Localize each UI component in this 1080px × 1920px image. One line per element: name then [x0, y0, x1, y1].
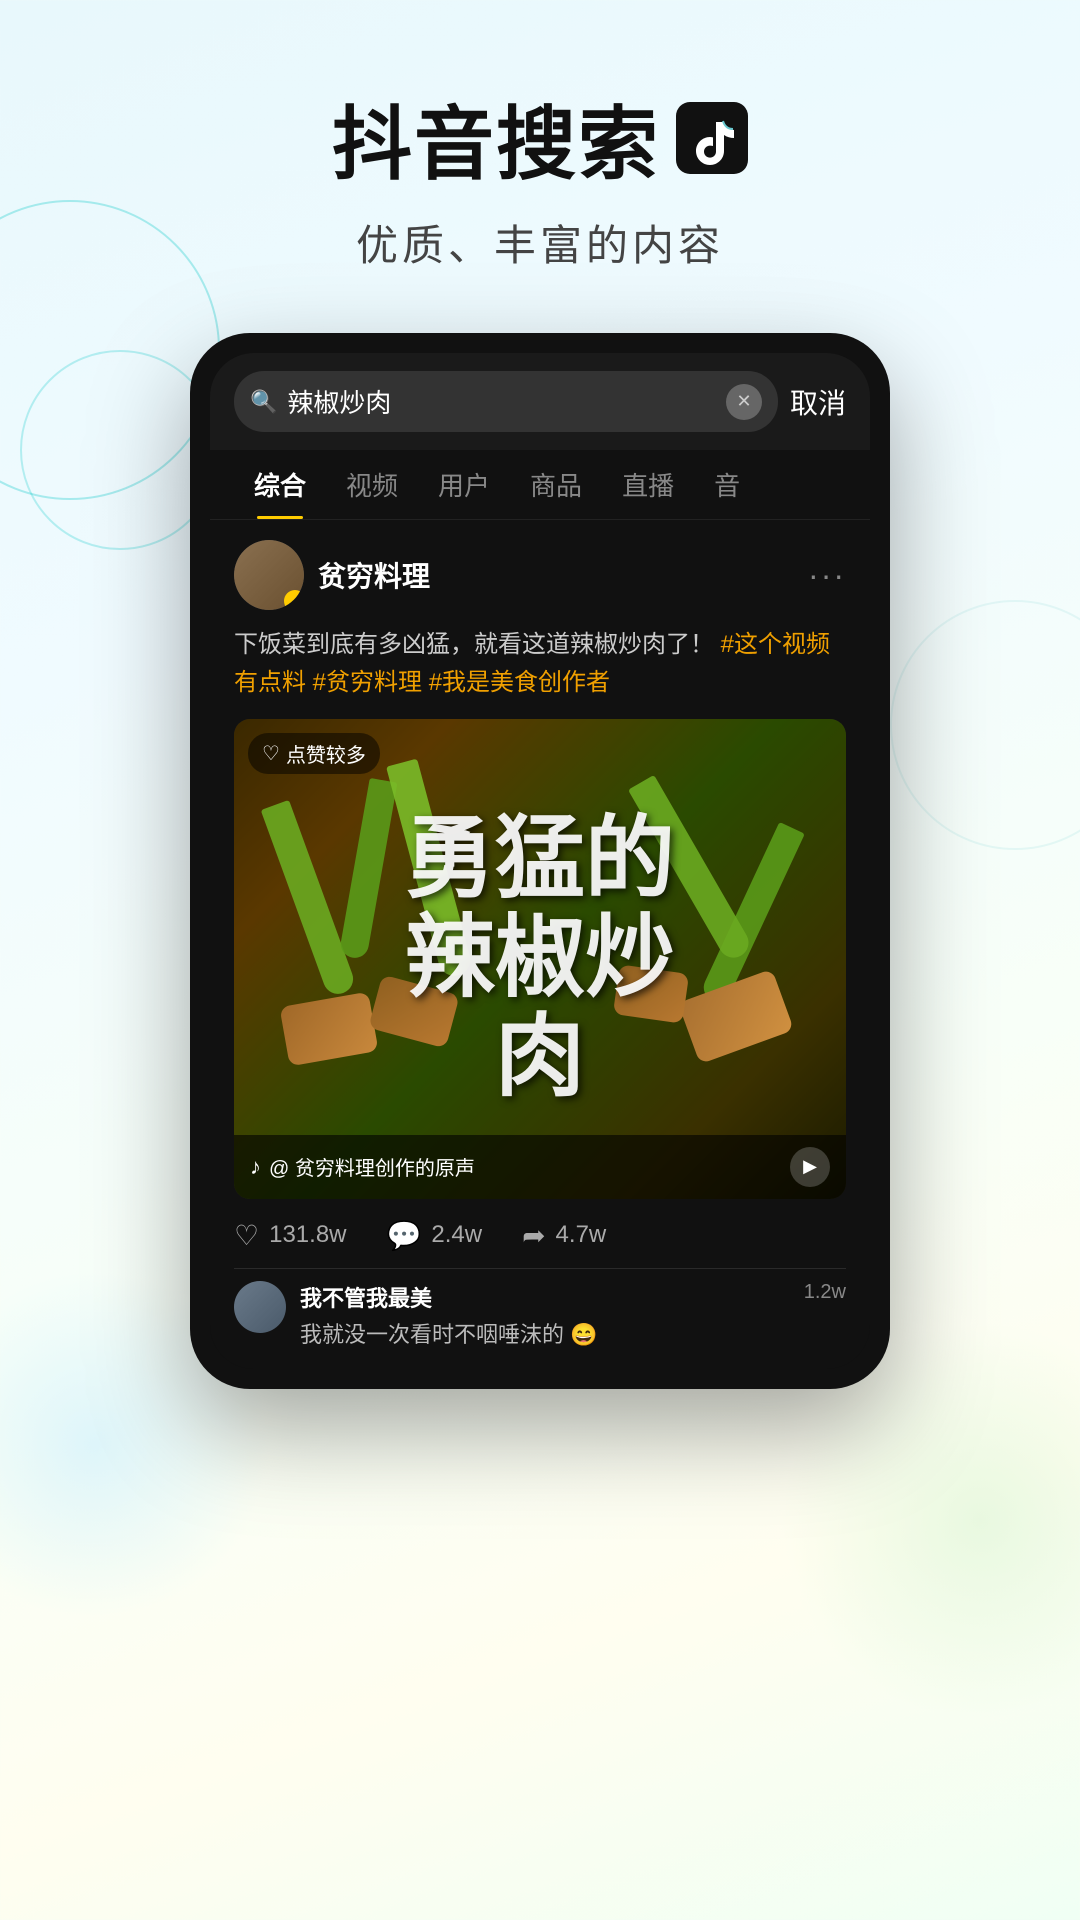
heart-icon: ♡: [234, 1219, 259, 1252]
clear-icon: ✕: [736, 391, 751, 412]
subtitle: 优质、丰富的内容: [0, 212, 1080, 273]
play-icon: ▶: [803, 1156, 817, 1177]
tab-comprehensive[interactable]: 综合: [234, 450, 326, 519]
comment-body: 我就没一次看时不咽唾沫的 😄: [300, 1317, 790, 1349]
play-button[interactable]: ▶: [790, 1147, 830, 1187]
comment-text-area: 我不管我最美 我就没一次看时不咽唾沫的 😄: [300, 1281, 790, 1349]
tab-live[interactable]: 直播: [602, 450, 694, 519]
likes-interaction[interactable]: ♡ 131.8w: [234, 1219, 347, 1252]
video-container[interactable]: ♡ 点赞较多: [234, 719, 846, 1199]
search-query-text: 辣椒炒肉: [287, 383, 716, 420]
search-icon: 🔍: [250, 389, 277, 415]
content-area: ✓ 贫穷料理 ··· 下饭菜到底有多凶猛，就看这道辣椒炒肉了！ #这个视频有点料…: [210, 520, 870, 1369]
verified-badge: ✓: [284, 590, 304, 610]
more-button[interactable]: ···: [808, 557, 846, 594]
tab-user[interactable]: 用户: [418, 450, 510, 519]
shares-interaction[interactable]: ➦ 4.7w: [522, 1219, 606, 1252]
audio-bar: ♪ @ 贫穷料理创作的原声 ▶: [234, 1135, 846, 1199]
video-content: 勇猛的辣椒炒肉: [234, 719, 846, 1199]
cancel-button[interactable]: 取消: [790, 382, 846, 422]
post-description: 下饭菜到底有多凶猛，就看这道辣椒炒肉了！ #这个视频有点料 #贫穷料理 #我是美…: [234, 626, 846, 703]
main-title: 抖音搜索: [0, 80, 1080, 196]
phone-frame: 🔍 辣椒炒肉 ✕ 取消 综合 视频 用户: [190, 333, 890, 1389]
shares-count: 4.7w: [556, 1221, 607, 1249]
comments-interaction[interactable]: 💬 2.4w: [387, 1219, 483, 1252]
phone-inner: 🔍 辣椒炒肉 ✕ 取消 综合 视频 用户: [210, 353, 870, 1369]
post-header: ✓ 贫穷料理 ···: [234, 540, 846, 610]
share-icon: ➦: [522, 1219, 545, 1252]
header-section: 抖音搜索 优质、丰富的内容: [0, 0, 1080, 313]
post-desc-text: 下饭菜到底有多凶猛，就看这道辣椒炒肉了！: [234, 631, 714, 658]
calligraphy-title: 勇猛的辣椒炒肉: [405, 810, 675, 1107]
clear-button[interactable]: ✕: [726, 384, 762, 420]
tiktok-logo-icon: [676, 102, 748, 174]
search-input-container[interactable]: 🔍 辣椒炒肉 ✕: [234, 371, 778, 432]
likes-count: 131.8w: [269, 1221, 346, 1249]
avatar[interactable]: ✓: [234, 540, 304, 610]
audio-info: ♪ @ 贫穷料理创作的原声: [250, 1152, 475, 1181]
interaction-bar: ♡ 131.8w 💬 2.4w ➦ 4.7w: [234, 1199, 846, 1268]
commenter-avatar: [234, 1281, 286, 1333]
user-info: ✓ 贫穷料理: [234, 540, 430, 610]
comment-preview: 我不管我最美 我就没一次看时不咽唾沫的 😄 1.2w: [234, 1268, 846, 1349]
comments-count: 2.4w: [431, 1221, 482, 1249]
video-text-overlay: 勇猛的辣椒炒肉: [234, 719, 846, 1199]
tabs-row: 综合 视频 用户 商品 直播 音: [210, 450, 870, 520]
phone-wrapper: 🔍 辣椒炒肉 ✕ 取消 综合 视频 用户: [0, 333, 1080, 1389]
like-badge-text: 点赞较多: [286, 739, 366, 768]
tab-video[interactable]: 视频: [326, 450, 418, 519]
hashtag-3[interactable]: #我是美食创作者: [429, 669, 610, 696]
comment-likes: 1.2w: [804, 1281, 846, 1304]
username[interactable]: 贫穷料理: [318, 555, 430, 595]
tiktok-audio-icon: ♪: [250, 1154, 261, 1180]
audio-text: @ 贫穷料理创作的原声: [269, 1152, 475, 1181]
search-bar-area: 🔍 辣椒炒肉 ✕ 取消: [210, 353, 870, 450]
video-like-badge: ♡ 点赞较多: [248, 733, 380, 774]
hashtag-2[interactable]: #贫穷料理: [313, 669, 422, 696]
commenter-username: 我不管我最美: [300, 1281, 790, 1313]
heart-small-icon: ♡: [262, 741, 280, 766]
comment-icon: 💬: [387, 1219, 422, 1252]
tab-music[interactable]: 音: [694, 450, 760, 519]
main-title-text: 抖音搜索: [332, 80, 660, 196]
tab-product[interactable]: 商品: [510, 450, 602, 519]
